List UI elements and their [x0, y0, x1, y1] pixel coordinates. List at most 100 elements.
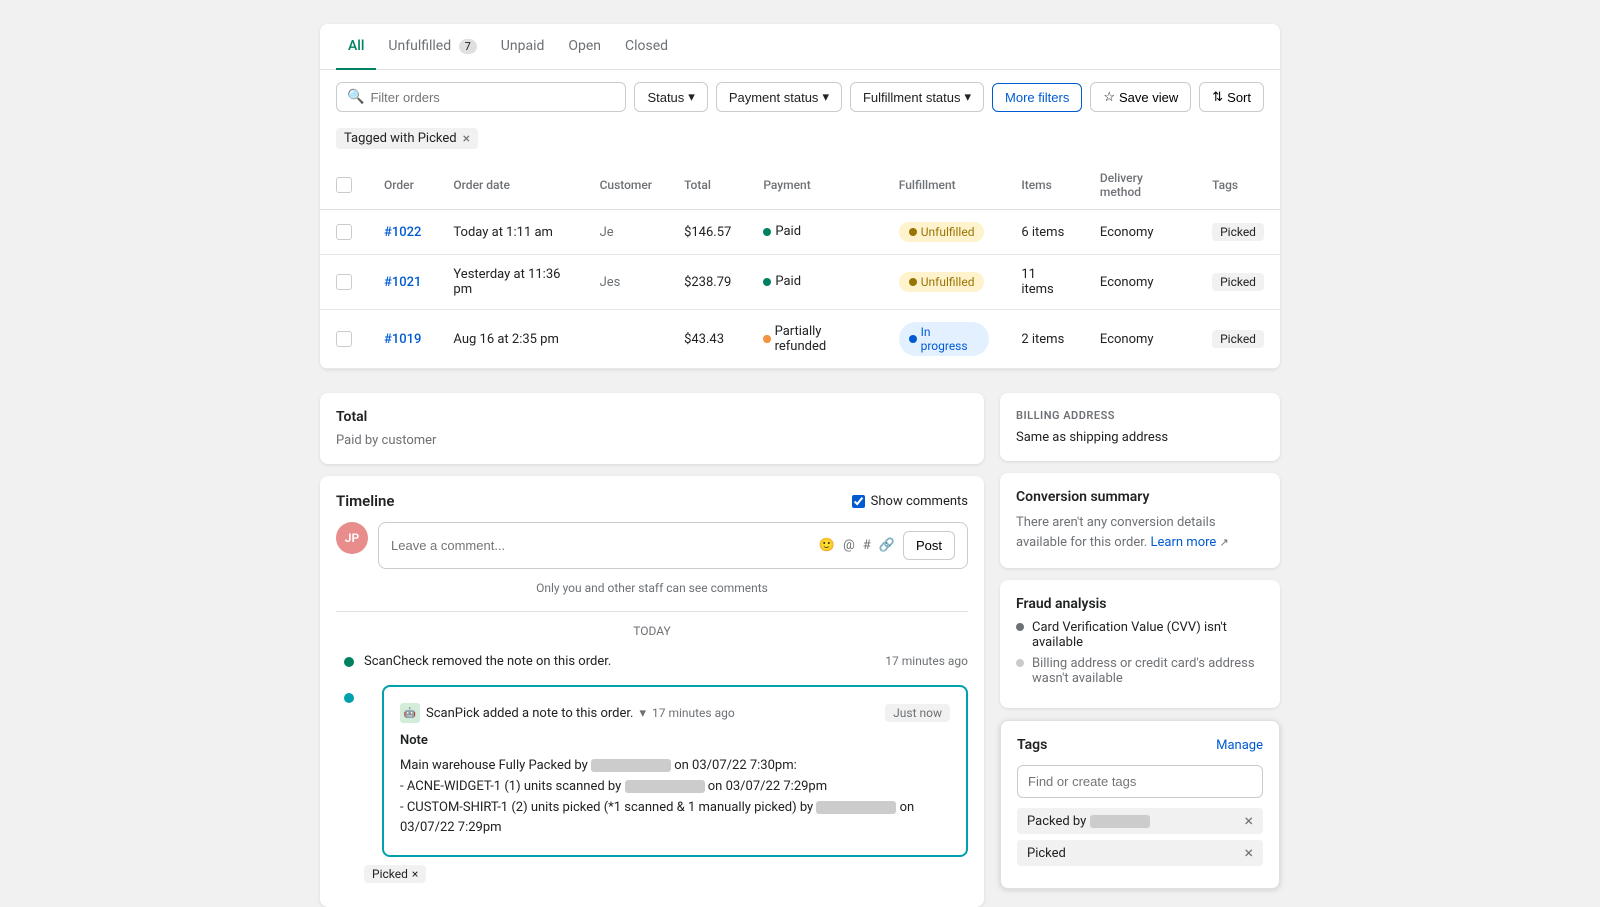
customer-name: [584, 310, 668, 369]
payment-status: Paid: [747, 255, 882, 310]
order-tabs: All Unfulfilled 7 Unpaid Open Closed: [320, 24, 1280, 70]
comment-box: JP 🙂 @ # 🔗 Post: [336, 522, 968, 569]
tab-open[interactable]: Open: [556, 24, 613, 70]
attachment-icon[interactable]: 🔗: [879, 538, 895, 553]
comment-input-wrap: 🙂 @ # 🔗 Post: [378, 522, 968, 569]
remove-picked-icon[interactable]: ×: [412, 867, 418, 881]
row-checkbox[interactable]: [336, 224, 352, 240]
remove-filter-button[interactable]: ×: [463, 132, 470, 146]
delivery-method: Economy: [1084, 255, 1196, 310]
fraud-title: Fraud analysis: [1016, 596, 1264, 612]
order-number[interactable]: #1019: [384, 332, 421, 347]
note-card-container: 🤖 ScanPick added a note to this order. ▾…: [364, 685, 968, 883]
manage-tags-link[interactable]: Manage: [1216, 738, 1263, 753]
toolbar: 🔍 Status ▾ Payment status ▾ Fulfillment …: [320, 70, 1280, 124]
order-tag: Picked: [1196, 310, 1280, 369]
blurred-name-3: [816, 801, 896, 814]
tab-all[interactable]: All: [336, 24, 376, 70]
timeline-header: Timeline Show comments: [336, 492, 968, 510]
tag-picked-cell: Picked: [1212, 273, 1264, 291]
note-tags-row: Picked ×: [364, 865, 968, 883]
search-input[interactable]: [370, 90, 615, 105]
row-checkbox[interactable]: [336, 331, 352, 347]
blurred-name-2: [625, 780, 705, 793]
table-row: #1022 Today at 1:11 am Je $146.57 Paid U…: [320, 210, 1280, 255]
picked-tag-note: Picked ×: [364, 865, 426, 883]
fulfillment-status: In progress: [883, 310, 1006, 369]
learn-more-link[interactable]: Learn more: [1151, 535, 1217, 550]
remove-packed-by-button[interactable]: ×: [1244, 813, 1253, 829]
tag-packed-by-label: Packed by: [1027, 814, 1150, 829]
total-label: Total: [336, 409, 968, 425]
timeline-title: Timeline: [336, 492, 394, 510]
tag-item-packed-by: Packed by ×: [1017, 808, 1263, 834]
chevron-down-icon: ▾: [688, 89, 695, 105]
customer-col-header: Customer: [584, 161, 668, 210]
more-filters-button[interactable]: More filters: [992, 83, 1082, 112]
note-line-1: Main warehouse Fully Packed by on 03/07/…: [400, 756, 950, 777]
payment-status: Paid: [747, 210, 882, 255]
table-row: #1021 Yesterday at 11:36 pm Jes $238.79 …: [320, 255, 1280, 310]
fulfillment-status-filter-button[interactable]: Fulfillment status ▾: [850, 82, 984, 112]
fulfillment-status: Unfulfilled: [883, 255, 1006, 310]
dropdown-arrow-icon[interactable]: ▾: [639, 706, 646, 721]
hashtag-icon[interactable]: #: [863, 538, 871, 553]
tags-col-header: Tags: [1196, 161, 1280, 210]
note-actor-text: ScanPick added a note to this order.: [426, 706, 633, 721]
mention-icon[interactable]: @: [843, 538, 855, 553]
conversion-title: Conversion summary: [1016, 489, 1264, 505]
tags-panel-header: Tags Manage: [1017, 737, 1263, 753]
note-label: Note: [400, 733, 950, 748]
sort-button[interactable]: ⇅ Sort: [1199, 82, 1264, 112]
conversion-summary-card: Conversion summary There aren't any conv…: [1000, 473, 1280, 568]
emoji-icon[interactable]: 🙂: [819, 538, 835, 553]
status-filter-button[interactable]: Status ▾: [634, 82, 707, 112]
total-card: Total Paid by customer: [320, 393, 984, 464]
row-checkbox[interactable]: [336, 274, 352, 290]
date-col-header: Order date: [437, 161, 583, 210]
order-number[interactable]: #1022: [384, 225, 421, 240]
order-number[interactable]: #1021: [384, 275, 421, 290]
avatar: JP: [336, 522, 368, 554]
note-content: Main warehouse Fully Packed by on 03/07/…: [400, 756, 950, 839]
show-comments-checkbox[interactable]: [852, 495, 865, 508]
payment-status: Partially refunded: [747, 310, 882, 369]
blurred-name-1: [591, 759, 671, 772]
payment-dot: [763, 335, 770, 343]
show-comments-control: Show comments: [852, 494, 968, 509]
filter-tag-picked: Tagged with Picked ×: [336, 128, 478, 149]
search-box[interactable]: 🔍: [336, 82, 626, 112]
fulfillment-dot: [909, 278, 917, 286]
items-col-header: Items: [1005, 161, 1084, 210]
note-time: 17 minutes ago: [652, 706, 735, 720]
tag-item-picked: Picked ×: [1017, 840, 1263, 866]
item-count: 2 items: [1005, 310, 1084, 369]
note-card: 🤖 ScanPick added a note to this order. ▾…: [382, 685, 968, 857]
select-all-checkbox[interactable]: [336, 177, 352, 193]
item-count: 11 items: [1005, 255, 1084, 310]
note-card-header: 🤖 ScanPick added a note to this order. ▾…: [400, 703, 950, 723]
fulfillment-dot: [909, 335, 917, 343]
tags-search-input[interactable]: [1017, 765, 1263, 798]
remove-picked-button[interactable]: ×: [1244, 845, 1253, 861]
note-line-3: - CUSTOM-SHIRT-1 (2) units picked (*1 sc…: [400, 798, 950, 840]
payment-status-filter-button[interactable]: Payment status ▾: [716, 82, 842, 112]
fraud-dot-1: [1016, 623, 1024, 631]
save-view-button[interactable]: ☆ Save view: [1090, 82, 1191, 112]
fraud-item-1: Card Verification Value (CVV) isn't avai…: [1016, 620, 1264, 650]
tag-picked-cell: Picked: [1212, 223, 1264, 241]
tab-unpaid[interactable]: Unpaid: [489, 24, 557, 70]
customer-name: Je: [584, 210, 668, 255]
tab-unfulfilled[interactable]: Unfulfilled 7: [376, 24, 488, 70]
comment-input[interactable]: [391, 538, 811, 553]
search-icon: 🔍: [347, 89, 364, 105]
item-count: 6 items: [1005, 210, 1084, 255]
order-date: Yesterday at 11:36 pm: [437, 255, 583, 310]
comments-note: Only you and other staff can see comment…: [336, 581, 968, 595]
show-comments-label: Show comments: [871, 494, 968, 509]
fulfillment-status: Unfulfilled: [883, 210, 1006, 255]
post-button[interactable]: Post: [903, 531, 955, 560]
comment-icons: 🙂 @ # 🔗: [819, 538, 895, 553]
order-detail-main: Total Paid by customer Timeline Show com…: [320, 393, 984, 907]
tab-closed[interactable]: Closed: [613, 24, 680, 70]
